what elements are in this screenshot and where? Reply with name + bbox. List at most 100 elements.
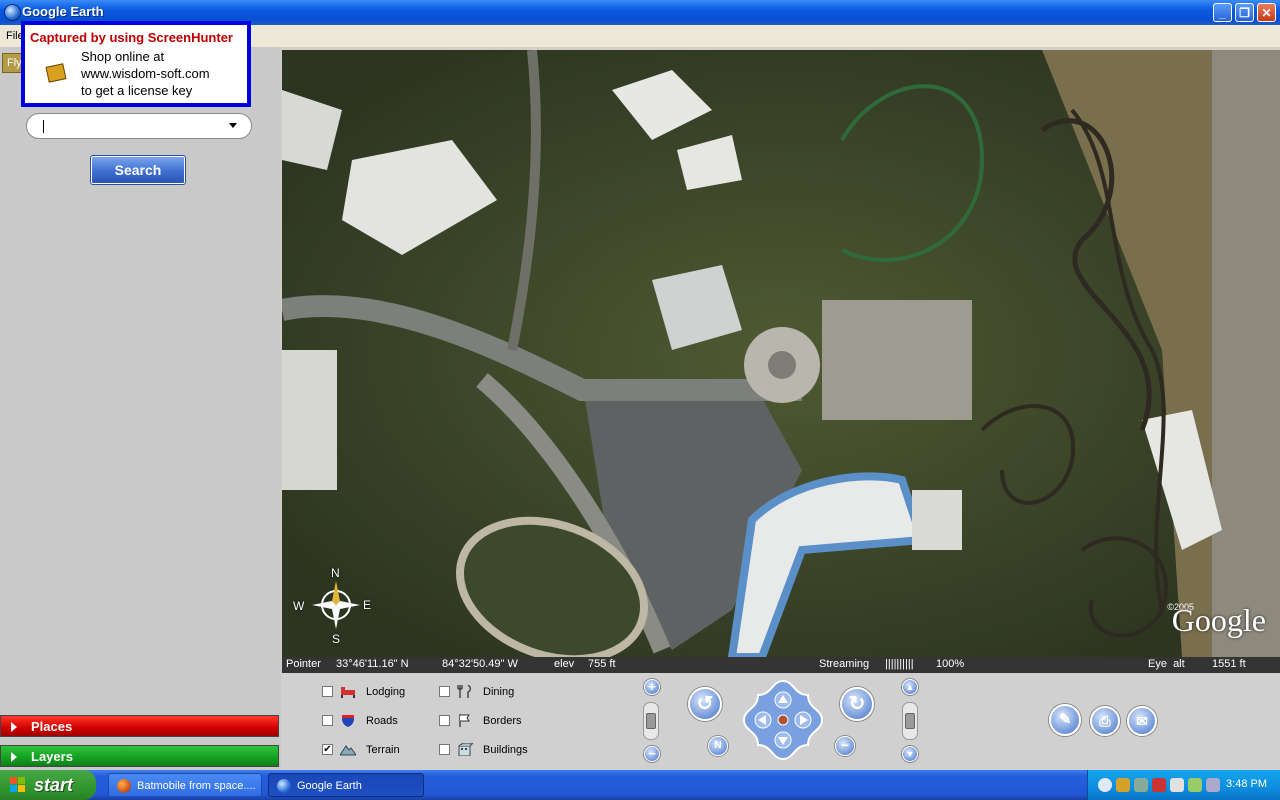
google-earth-icon [277, 779, 291, 793]
tilt-slider-thumb[interactable] [905, 713, 915, 729]
streaming-progress-bars: |||||||||| [885, 658, 914, 670]
zoom-slider[interactable] [643, 702, 659, 740]
layer-checkbox[interactable] [439, 686, 450, 697]
elevation-value: 755 ft [588, 658, 616, 670]
streaming-label: Streaming [819, 658, 870, 670]
pointer-longitude: 84°32'50.49" W [442, 658, 518, 670]
security-icon[interactable] [1188, 778, 1202, 792]
screenhunter-tray-icon[interactable] [1116, 778, 1130, 792]
search-input[interactable] [26, 113, 252, 139]
layer-checkbox[interactable] [439, 715, 450, 726]
placemark-button[interactable]: ✎ [1049, 704, 1081, 736]
reset-north-button[interactable]: N [708, 736, 728, 756]
rotate-cw-icon: ↻ [848, 693, 866, 715]
zoom-slider-thumb[interactable] [646, 713, 656, 729]
tilt-down-button[interactable]: ▼ [902, 746, 918, 762]
power-icon[interactable] [1206, 778, 1220, 792]
zoom-out-button[interactable]: − [644, 746, 660, 762]
maximize-button[interactable]: ❐ [1235, 3, 1254, 22]
pushpin-icon: ✎ [1058, 711, 1072, 728]
rotate-right-button[interactable]: ↻ [840, 687, 874, 721]
minimize-button[interactable]: _ [1213, 3, 1232, 22]
taskbar-item-browser[interactable]: Batmobile from space.... [108, 773, 262, 797]
text-caret [43, 120, 44, 133]
windows-logo-icon [10, 777, 25, 792]
eye-altitude-label: Eye alt [1148, 658, 1185, 670]
start-button[interactable]: start [0, 770, 96, 800]
layer-checkbox-checked[interactable]: ✔ [322, 744, 333, 755]
watermark-line: www.wisdom-soft.com [81, 66, 210, 81]
layer-name: Terrain [366, 744, 400, 756]
bed-icon [341, 687, 355, 698]
places-label: Places [31, 719, 73, 734]
print-button[interactable]: ⎙ [1090, 706, 1120, 736]
rotate-left-button[interactable]: ↺ [688, 687, 722, 721]
google-logo: Google [1171, 602, 1266, 638]
eye-altitude-value: 1551 ft [1212, 658, 1246, 670]
layers-label: Layers [31, 749, 73, 764]
layers-panel-header[interactable]: Layers [0, 745, 279, 767]
taskbar-item-label: Google Earth [297, 780, 362, 792]
north-icon: N [714, 740, 722, 751]
tilt-slider[interactable] [902, 702, 918, 740]
screenhunter-logo-icon [45, 63, 67, 83]
watermark-line: Shop online at [81, 49, 165, 64]
email-button[interactable]: ✉ [1127, 706, 1157, 736]
streaming-percent: 100% [936, 658, 965, 670]
plus-icon: + [648, 679, 656, 694]
layer-checkbox[interactable] [439, 744, 450, 755]
control-panel: Lodging Dining Roads Borders ✔ Terrain B… [282, 673, 1280, 770]
show-hidden-icons-icon[interactable] [1098, 778, 1112, 792]
elevation-label: elev [554, 658, 575, 670]
status-bar: Pointer 33°46'11.16" N 84°32'50.49" W el… [282, 657, 1280, 673]
taskbar: start Batmobile from space.... Google Ea… [0, 770, 1280, 800]
firefox-icon [117, 779, 131, 793]
map-view[interactable]: N S E W ©2005 Google [282, 50, 1280, 657]
clock: 3:48 PM [1226, 778, 1267, 790]
layer-name: Borders [483, 715, 522, 727]
compass-south-label: S [332, 632, 341, 646]
flag-icon [459, 714, 470, 727]
navigation-pad[interactable] [742, 679, 824, 761]
rotate-ccw-icon: ↺ [696, 693, 714, 715]
compass-north-label: N [331, 566, 340, 580]
chevron-down-icon[interactable] [229, 123, 237, 128]
acrobat-icon[interactable] [1152, 778, 1166, 792]
zoom-in-button[interactable]: + [644, 679, 660, 695]
volume-icon[interactable] [1170, 778, 1184, 792]
tilt-up-button[interactable]: ▲ [902, 679, 918, 695]
pointer-label: Pointer [286, 658, 321, 670]
network-icon[interactable] [1134, 778, 1148, 792]
tilt-up-icon: ▲ [905, 682, 915, 692]
watermark-line: to get a license key [81, 83, 193, 98]
compass-east-label: E [363, 598, 372, 612]
envelope-icon: ✉ [1136, 713, 1148, 729]
fork-knife-icon [457, 685, 471, 698]
close-button[interactable]: ✕ [1257, 3, 1276, 22]
interstate-shield-icon [342, 715, 354, 727]
window-title: Google Earth [22, 4, 104, 19]
minus-icon: − [648, 746, 656, 761]
layer-name: Dining [483, 686, 515, 698]
expand-arrow-icon [11, 722, 17, 732]
search-button[interactable]: Search [90, 155, 186, 185]
google-earth-icon [4, 4, 21, 21]
places-panel-header[interactable]: Places [0, 715, 279, 737]
tilt-reset-button[interactable]: − [835, 736, 855, 756]
mountain-icon [340, 745, 356, 756]
left-panel: Fly Search Places Layers [0, 47, 281, 770]
minus-icon: − [840, 737, 850, 753]
satellite-imagery [282, 50, 1280, 657]
taskbar-item-google-earth[interactable]: Google Earth [268, 773, 424, 797]
start-label: start [34, 775, 74, 795]
pointer-latitude: 33°46'11.16" N [336, 658, 409, 670]
watermark-title: Captured by using ScreenHunter [30, 30, 233, 45]
layer-checkbox[interactable] [322, 715, 333, 726]
layer-checkbox[interactable] [322, 686, 333, 697]
printer-icon: ⎙ [1099, 713, 1111, 729]
building-icon [458, 743, 473, 756]
compass-west-label: W [293, 599, 305, 613]
tilt-down-icon: ▼ [905, 749, 915, 759]
screenhunter-watermark: Captured by using ScreenHunter Shop onli… [21, 21, 251, 107]
taskbar-item-label: Batmobile from space.... [137, 780, 256, 792]
